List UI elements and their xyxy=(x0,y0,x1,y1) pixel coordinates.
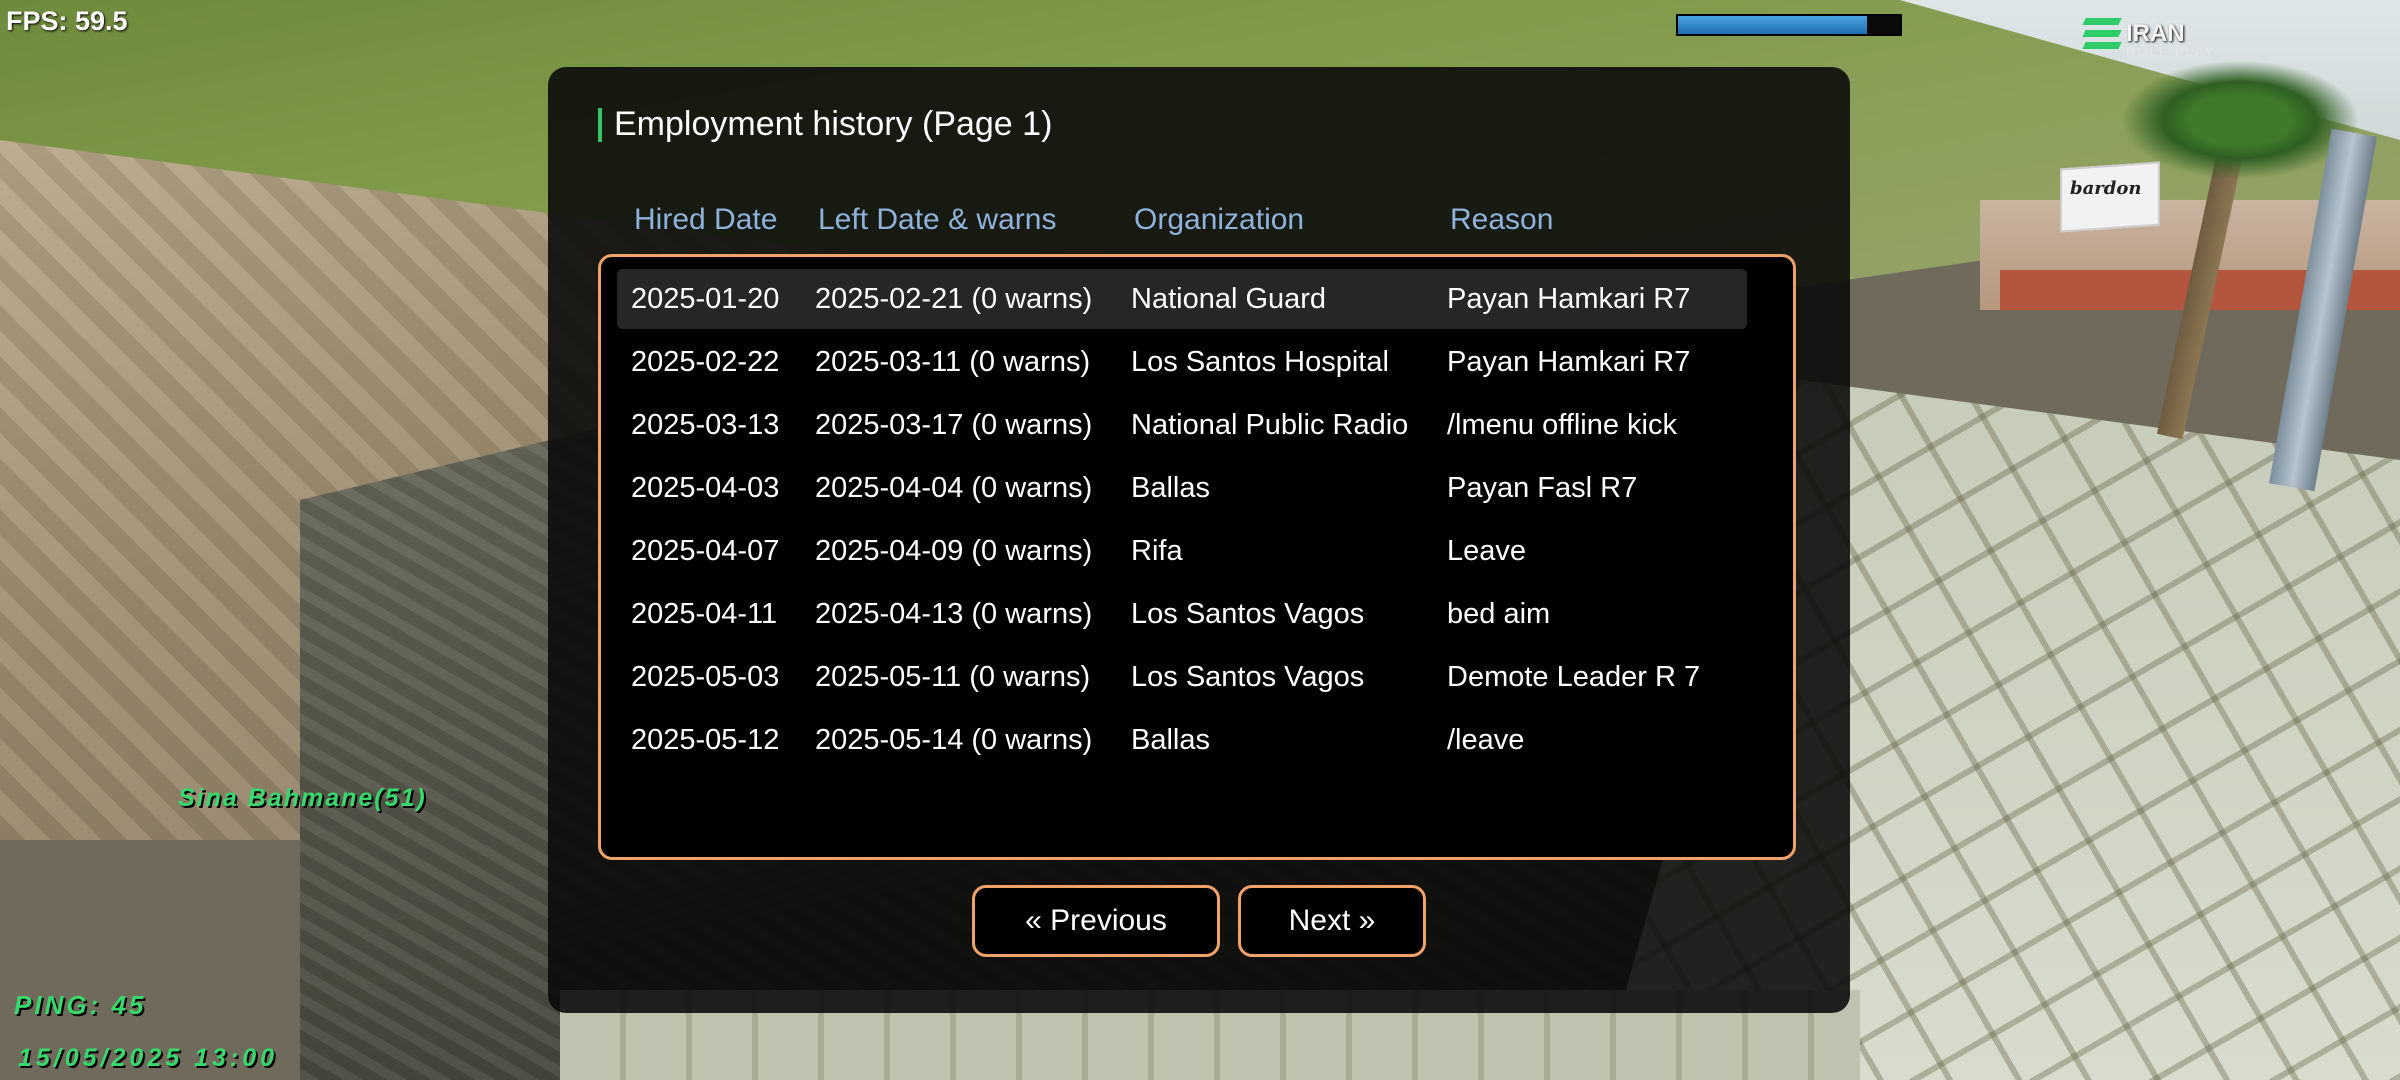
cell-left-date: 2025-03-11 (0 warns) xyxy=(815,346,1091,378)
player-name-tag: Sina Bahmane(51) xyxy=(178,784,427,812)
cell-hired-date: 2025-04-07 xyxy=(631,535,780,567)
table-row[interactable]: 2025-04-11 2025-04-13 (0 warns) Los Sant… xyxy=(617,584,1747,644)
employment-table: 2025-01-20 2025-02-21 (0 warns) National… xyxy=(598,254,1796,860)
cell-organization: National Public Radio xyxy=(1131,409,1409,441)
cell-hired-date: 2025-04-03 xyxy=(631,472,780,504)
column-header-hired-date: Hired Date xyxy=(634,203,778,236)
cell-left-date: 2025-05-14 (0 warns) xyxy=(815,724,1093,756)
cell-hired-date: 2025-04-11 xyxy=(631,598,778,630)
cell-reason: Payan Hamkari R7 xyxy=(1447,346,1691,378)
cell-hired-date: 2025-05-03 xyxy=(631,661,780,693)
table-row[interactable]: 2025-03-13 2025-03-17 (0 warns) National… xyxy=(617,395,1747,455)
next-page-button[interactable]: Next » xyxy=(1238,885,1426,957)
health-bar-fill xyxy=(1678,16,1867,34)
cell-organization: Rifa xyxy=(1131,535,1183,567)
column-header-reason: Reason xyxy=(1450,203,1554,236)
table-row[interactable]: 2025-05-03 2025-05-11 (0 warns) Los Sant… xyxy=(617,647,1747,707)
cell-organization: Los Santos Hospital xyxy=(1131,346,1389,378)
fps-counter: FPS: 59.5 xyxy=(6,6,128,36)
cell-organization: Los Santos Vagos xyxy=(1131,661,1365,693)
table-row[interactable]: 2025-05-12 2025-05-14 (0 warns) Ballas /… xyxy=(617,710,1747,770)
cell-hired-date: 2025-03-13 xyxy=(631,409,780,441)
cell-organization: Los Santos Vagos xyxy=(1131,598,1365,630)
health-bar xyxy=(1676,14,1902,36)
palm-tree-leaves xyxy=(2120,60,2360,180)
dialog-title-bar: Employment history (Page 1) xyxy=(598,105,1052,144)
cell-reason: Leave xyxy=(1447,535,1527,567)
cell-left-date: 2025-04-09 (0 warns) xyxy=(815,535,1093,567)
cell-reason: /leave xyxy=(1447,724,1525,756)
cell-left-date: 2025-02-21 (0 warns) xyxy=(815,283,1093,315)
previous-page-button[interactable]: « Previous xyxy=(972,885,1220,957)
cell-reason: bed aim xyxy=(1447,598,1551,630)
date-time: 15/05/2025 13:00 xyxy=(18,1044,279,1072)
billboard-text: bardon xyxy=(2070,178,2142,199)
cell-left-date: 2025-04-13 (0 warns) xyxy=(815,598,1093,630)
cell-reason: Payan Hamkari R7 xyxy=(1447,283,1691,315)
cell-left-date: 2025-05-11 (0 warns) xyxy=(815,661,1091,693)
cell-reason: Demote Leader R 7 xyxy=(1447,661,1701,693)
server-logo-icon xyxy=(2082,18,2122,56)
dialog-title: Employment history (Page 1) xyxy=(614,105,1053,143)
cell-organization: Ballas xyxy=(1131,724,1210,756)
column-header-organization: Organization xyxy=(1134,203,1305,236)
employment-history-dialog: Employment history (Page 1) Hired Date L… xyxy=(548,67,1850,1013)
cell-left-date: 2025-04-04 (0 warns) xyxy=(815,472,1093,504)
table-row[interactable]: 2025-01-20 2025-02-21 (0 warns) National… xyxy=(617,269,1747,329)
column-header-left-date: Left Date & warns xyxy=(818,203,1057,236)
title-accent-bar xyxy=(598,107,602,142)
table-header: Hired Date Left Date & warns Organizatio… xyxy=(548,203,1850,243)
table-row[interactable]: 2025-04-03 2025-04-04 (0 warns) Ballas P… xyxy=(617,458,1747,518)
cell-organization: National Guard xyxy=(1131,283,1327,315)
table-row[interactable]: 2025-02-22 2025-03-11 (0 warns) Los Sant… xyxy=(617,332,1747,392)
cell-hired-date: 2025-02-22 xyxy=(631,346,780,378)
table-row[interactable]: 2025-04-07 2025-04-09 (0 warns) Rifa Lea… xyxy=(617,521,1747,581)
ping-indicator: PING: 45 xyxy=(14,990,147,1020)
cell-hired-date: 2025-05-12 xyxy=(631,724,780,756)
server-logo-subtitle: ROLE PLAY xyxy=(2126,44,2216,59)
cell-reason: /lmenu offline kick xyxy=(1447,409,1677,441)
cell-hired-date: 2025-01-20 xyxy=(631,283,780,315)
cell-left-date: 2025-03-17 (0 warns) xyxy=(815,409,1093,441)
cell-organization: Ballas xyxy=(1131,472,1210,504)
cell-reason: Payan Fasl R7 xyxy=(1447,472,1638,504)
